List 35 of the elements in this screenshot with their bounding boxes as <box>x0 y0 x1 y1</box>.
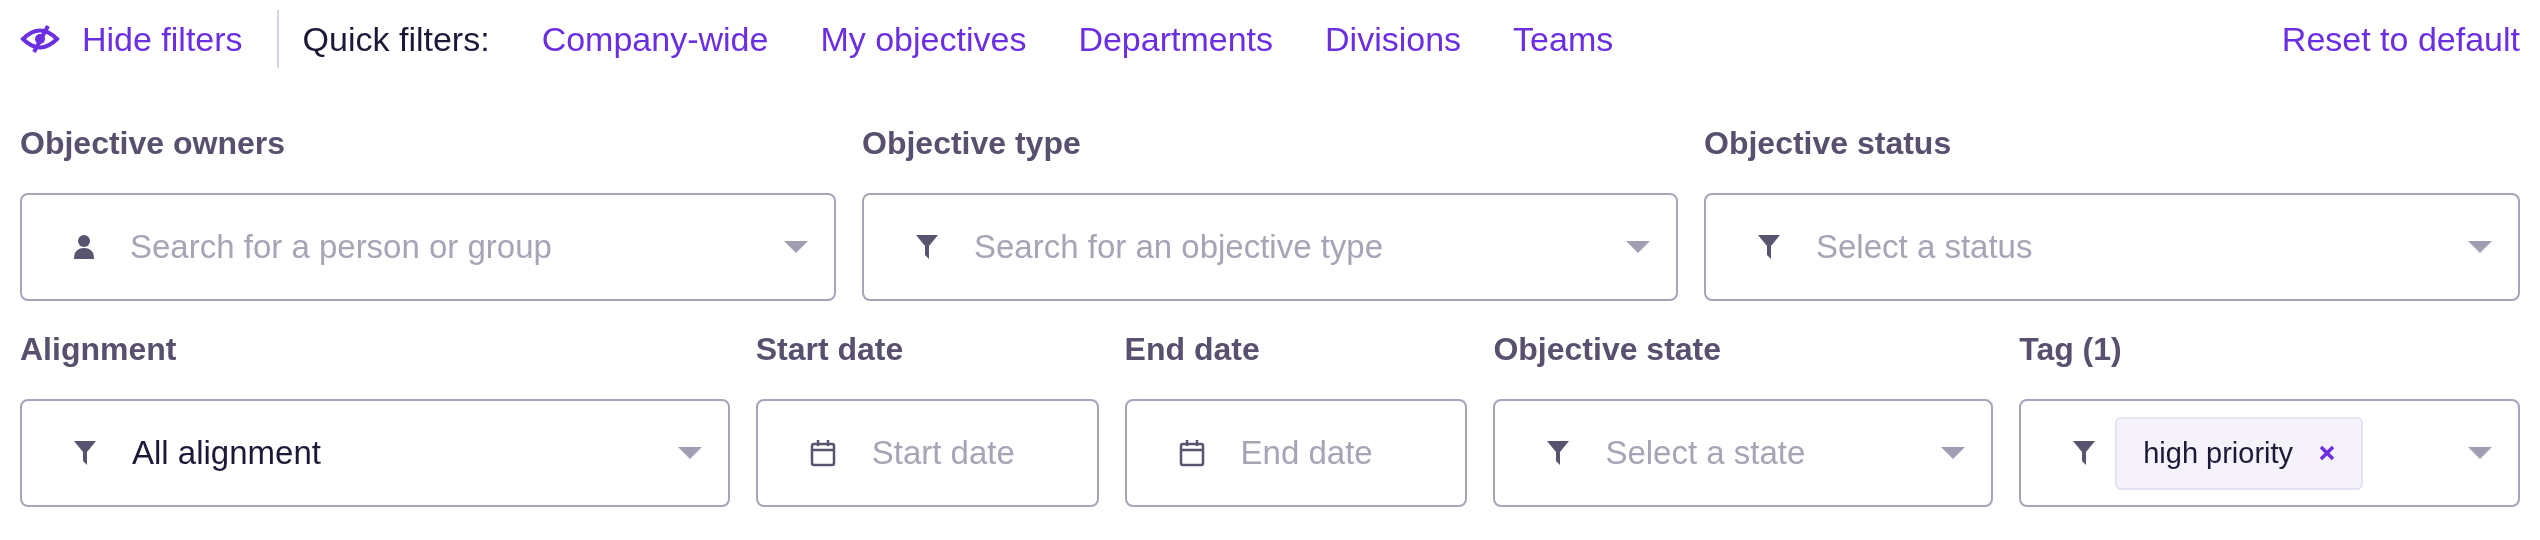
quick-filter-link[interactable]: Company-wide <box>541 19 769 59</box>
filter-label: Start date <box>755 331 905 369</box>
reset-link[interactable]: Reset to default <box>2281 19 2520 59</box>
quick-filters-label: Quick filters: <box>302 19 490 59</box>
caret-icon <box>677 447 702 459</box>
filter-label: Objective owners <box>20 125 286 163</box>
quick-filter-link[interactable]: Teams <box>1513 19 1614 59</box>
person-icon <box>74 235 94 259</box>
caret-icon <box>2468 241 2492 253</box>
filter-icon <box>74 441 96 465</box>
remove-icon[interactable] <box>2319 445 2336 461</box>
hide-filters-button[interactable]: Hide filters <box>20 19 243 59</box>
filter-icon <box>1547 441 1570 465</box>
caret-icon <box>1626 241 1650 253</box>
quick-filter-link[interactable]: Divisions <box>1325 19 1462 59</box>
caret-icon <box>1941 447 1966 459</box>
filter-icon <box>2073 441 2096 465</box>
caret-icon <box>784 241 808 253</box>
filter-icon <box>916 235 938 259</box>
filter-label: End date <box>1124 331 1261 369</box>
quick-filter-link[interactable]: My objectives <box>820 19 1027 59</box>
quick-filter-link[interactable]: Departments <box>1078 19 1274 59</box>
filter-label: Tag (1) <box>2019 331 2123 369</box>
filter-label: Alignment <box>20 331 178 369</box>
calendar-icon <box>809 439 836 467</box>
filter-icon <box>1758 235 1780 259</box>
select-field[interactable]: high priority <box>2019 399 2520 507</box>
hidden-eye-icon <box>20 24 60 54</box>
tag-chip: high priority <box>2115 416 2364 490</box>
filter-label: Objective state <box>1493 331 1723 369</box>
calendar-icon <box>1178 439 1205 467</box>
caret-icon <box>2468 447 2492 459</box>
select-field[interactable]: All alignment <box>20 399 730 507</box>
filter-label: Objective status <box>1704 125 1953 163</box>
filter-label: Objective type <box>862 125 1082 163</box>
